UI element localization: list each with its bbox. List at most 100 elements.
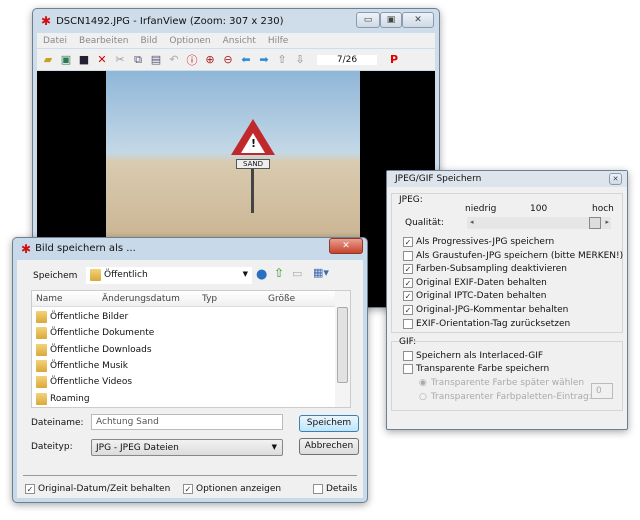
keep-date-checkbox[interactable]: ✓ Original-Datum/Zeit behalten xyxy=(25,482,170,496)
up-folder-icon[interactable]: ⇧ xyxy=(274,266,284,280)
menu-bar: Datei Bearbeiten Bild Optionen Ansicht H… xyxy=(37,33,435,48)
column-date[interactable]: Änderungsdatum xyxy=(102,294,180,304)
filetype-select[interactable]: JPG - JPEG Dateien ▼ xyxy=(91,439,283,456)
delete-icon[interactable]: ✕ xyxy=(95,53,109,66)
column-name[interactable]: Name xyxy=(36,294,63,304)
paint-icon[interactable]: P xyxy=(387,53,401,66)
radio-choose-later[interactable]: ◉ Transparente Farbe später wählen xyxy=(419,376,584,390)
radio-palette-entry[interactable]: ○ Transparenter Farbpaletten-Eintrag: xyxy=(419,390,592,404)
menu-bearbeiten[interactable]: Bearbeiten xyxy=(79,36,128,46)
close-button[interactable]: ✕ xyxy=(609,173,622,185)
checkbox[interactable] xyxy=(403,364,413,374)
column-type[interactable]: Typ xyxy=(202,294,217,304)
checkbox[interactable]: ✓ xyxy=(403,237,413,247)
interlaced-gif-checkbox[interactable]: Speichern als Interlaced-GIF xyxy=(403,349,543,363)
filename-label: Dateiname: xyxy=(31,418,84,428)
app-icon: ✱ xyxy=(21,241,32,256)
minimize-button[interactable]: ▭ xyxy=(356,12,380,28)
cut-icon[interactable]: ✂ xyxy=(113,53,127,66)
scrollbar[interactable] xyxy=(335,291,350,407)
first-icon[interactable]: ⇧ xyxy=(275,53,289,66)
show-options-checkbox[interactable]: ✓ Optionen anzeigen xyxy=(183,482,281,496)
file-name: Öffentliche Musik xyxy=(50,360,128,371)
list-item[interactable]: Öffentliche Downloads xyxy=(36,343,152,356)
toolbar: ▰ ▣ ■ ✕ ✂ ⧉ ▤ ↶ ⓘ ⊕ ⊖ ⬅ ➡ ⇧ ⇩ 7/26 P xyxy=(37,49,435,70)
column-header: Name Änderungsdatum Typ Größe xyxy=(32,291,336,307)
menu-hilfe[interactable]: Hilfe xyxy=(268,36,288,46)
thumbnails-icon[interactable]: ▣ xyxy=(59,53,73,66)
checkbox-label: EXIF-Orientation-Tag zurücksetzen xyxy=(416,318,571,329)
radio-icon[interactable]: ○ xyxy=(419,392,427,402)
checkbox[interactable]: ✓ xyxy=(403,277,413,288)
paste-icon[interactable]: ▤ xyxy=(149,53,163,66)
jpeg-option-checkbox[interactable]: ✓ Original IPTC-Daten behalten xyxy=(403,289,546,303)
checkbox-label: Details xyxy=(326,484,358,494)
close-button[interactable]: ✕ xyxy=(402,12,434,28)
list-item[interactable]: Öffentliche Musik xyxy=(36,359,128,372)
jpeg-option-checkbox[interactable]: EXIF-Orientation-Tag zurücksetzen xyxy=(403,317,570,331)
view-menu-icon[interactable]: ▦▾ xyxy=(313,266,329,279)
checkbox[interactable] xyxy=(313,484,323,494)
checkbox[interactable]: ✓ xyxy=(403,291,413,302)
window-title: DSCN1492.JPG - IrfanView (Zoom: 307 x 23… xyxy=(56,15,284,27)
checkbox[interactable] xyxy=(403,318,413,329)
menu-bild[interactable]: Bild xyxy=(140,36,157,46)
radio-icon[interactable]: ◉ xyxy=(419,378,427,388)
chevron-down-icon: ▼ xyxy=(271,443,277,451)
location-combo[interactable]: Öffentlich ▼ xyxy=(86,267,252,284)
next-icon[interactable]: ➡ xyxy=(257,53,271,66)
open-icon[interactable]: ▰ xyxy=(41,53,55,66)
jpeg-option-checkbox[interactable]: ✓ Original-JPG-Kommentar behalten xyxy=(403,303,568,317)
checkbox[interactable] xyxy=(403,351,413,361)
file-name: Öffentliche Downloads xyxy=(50,344,152,355)
quality-high-label: hoch xyxy=(592,204,614,214)
maximize-button[interactable]: ▣ xyxy=(380,12,402,28)
quality-value: 100 xyxy=(530,204,548,214)
scrollbar-thumb[interactable] xyxy=(337,307,348,383)
transparent-color-checkbox[interactable]: Transparente Farbe speichern xyxy=(403,362,549,376)
list-item[interactable]: Öffentliche Videos xyxy=(36,376,132,389)
save-button[interactable]: Speichem xyxy=(299,415,359,432)
copy-icon[interactable]: ⧉ xyxy=(131,53,145,67)
jpeg-option-checkbox[interactable]: ✓ Als Progressives-JPG speichern xyxy=(403,235,554,249)
menu-datei[interactable]: Datei xyxy=(43,36,67,46)
cancel-button[interactable]: Abbrechen xyxy=(299,438,359,455)
previous-icon[interactable]: ⬅ xyxy=(239,53,253,66)
checkbox-label: Original-Datum/Zeit behalten xyxy=(38,484,171,494)
quality-low-label: niedrig xyxy=(465,204,497,214)
list-item[interactable]: Öffentliche Dokumente xyxy=(36,327,154,340)
folder-icon xyxy=(36,359,47,372)
back-icon[interactable]: ● xyxy=(256,267,267,282)
close-button[interactable]: ✕ xyxy=(329,238,363,254)
dialog-title-bar: JPEG/GIF Speichern xyxy=(387,171,627,187)
new-folder-icon[interactable]: ▭ xyxy=(292,267,302,280)
checkbox[interactable]: ✓ xyxy=(403,264,413,275)
palette-entry-input[interactable]: 0 xyxy=(591,383,613,399)
checkbox[interactable]: ✓ xyxy=(403,305,413,315)
radio-label: Transparente Farbe später wählen xyxy=(430,378,585,388)
zoom-out-icon[interactable]: ⊖ xyxy=(221,53,235,66)
zoom-in-icon[interactable]: ⊕ xyxy=(203,53,217,66)
column-size[interactable]: Größe xyxy=(268,294,295,304)
jpeg-option-checkbox[interactable]: ✓ Original EXIF-Daten behalten xyxy=(403,276,547,290)
checkbox[interactable]: ✓ xyxy=(25,484,35,494)
last-icon[interactable]: ⇩ xyxy=(293,53,307,66)
menu-ansicht[interactable]: Ansicht xyxy=(223,36,256,46)
jpeg-label: JPEG: xyxy=(399,195,423,205)
undo-icon[interactable]: ↶ xyxy=(167,53,181,66)
filename-input[interactable]: Achtung Sand xyxy=(91,414,283,430)
slider-thumb[interactable] xyxy=(589,217,601,229)
menu-optionen[interactable]: Optionen xyxy=(169,36,210,46)
quality-slider[interactable]: ◂ ▸ xyxy=(467,217,611,229)
save-icon[interactable]: ■ xyxy=(77,53,91,66)
details-checkbox[interactable]: Details xyxy=(313,482,357,496)
jpeg-option-checkbox[interactable]: ✓ Farben-Subsampling deaktivieren xyxy=(403,262,567,276)
checkbox[interactable] xyxy=(403,250,413,261)
file-name: Öffentliche Bilder xyxy=(50,312,129,322)
jpeg-option-checkbox[interactable]: Als Graustufen-JPG speichern (bitte MERK… xyxy=(403,249,623,263)
checkbox[interactable]: ✓ xyxy=(183,484,193,494)
info-icon[interactable]: ⓘ xyxy=(185,52,199,68)
list-item[interactable]: Öffentliche Bilder xyxy=(36,311,128,323)
list-item[interactable]: Roaming xyxy=(36,392,90,405)
filetype-label: Dateityp: xyxy=(31,442,73,452)
